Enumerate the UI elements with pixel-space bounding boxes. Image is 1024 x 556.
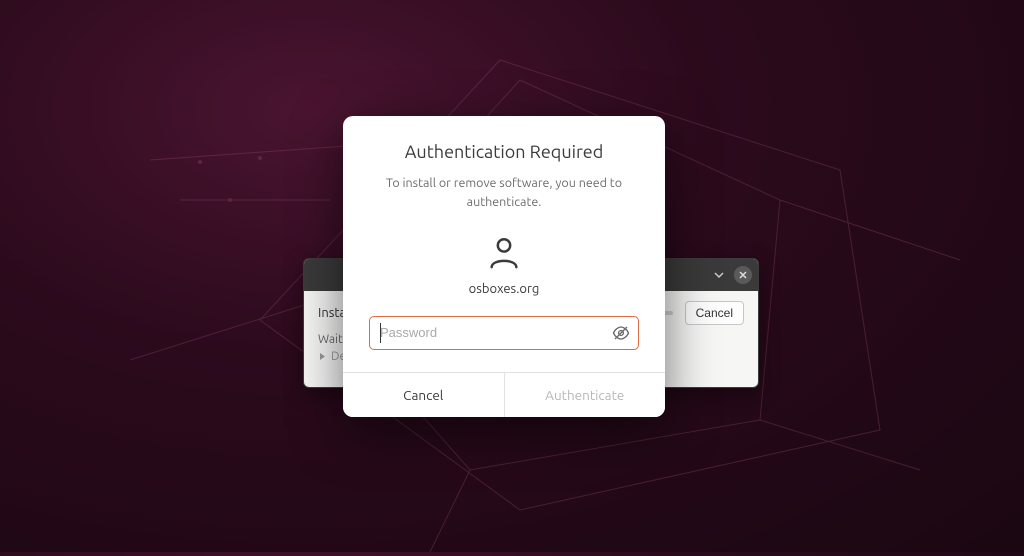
eye-off-icon[interactable] [610, 322, 632, 344]
chevron-down-icon[interactable] [710, 266, 728, 284]
install-cancel-button[interactable]: Cancel [685, 301, 744, 325]
dialog-subtitle: To install or remove software, you need … [369, 174, 639, 212]
dialog-username: osboxes.org [369, 282, 639, 296]
close-icon[interactable] [734, 266, 752, 284]
user-avatar-icon [369, 234, 639, 272]
dialog-button-row: Cancel Authenticate [343, 372, 665, 417]
cancel-button[interactable]: Cancel [343, 373, 504, 417]
authenticate-button[interactable]: Authenticate [504, 373, 666, 417]
dialog-title: Authentication Required [369, 142, 639, 162]
triangle-right-icon [318, 352, 327, 361]
authentication-dialog: Authentication Required To install or re… [343, 116, 665, 417]
password-field-wrap [369, 316, 639, 350]
text-cursor [380, 323, 381, 343]
password-input[interactable] [380, 317, 604, 349]
